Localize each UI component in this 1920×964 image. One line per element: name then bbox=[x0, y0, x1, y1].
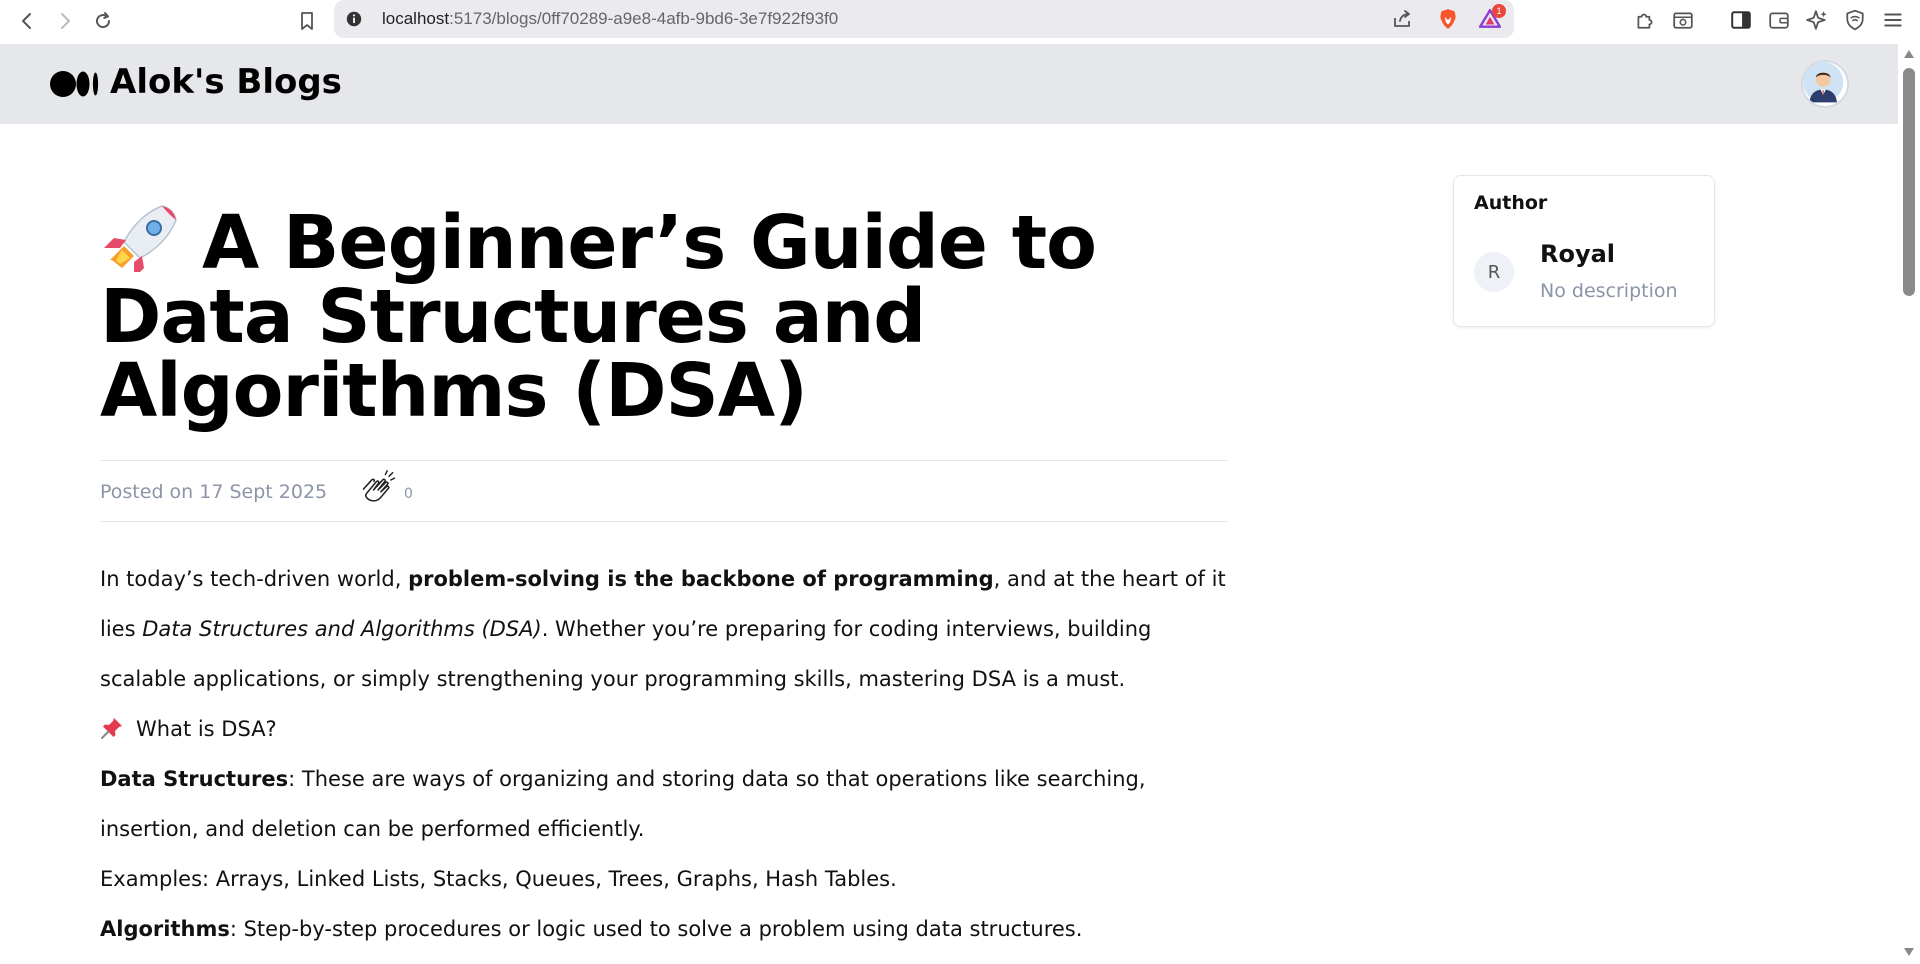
text-span: In today’s tech-driven world, bbox=[100, 567, 409, 591]
bookmark-icon[interactable] bbox=[292, 6, 322, 36]
rocket-icon bbox=[100, 202, 180, 278]
back-arrow-icon[interactable] bbox=[12, 6, 42, 36]
paragraph-intro: In today’s tech-driven world, problem-so… bbox=[100, 554, 1228, 704]
url-path: :5173/blogs/0ff70289-a9e8-4afb-9bd6-3e7f… bbox=[449, 9, 839, 28]
article-title: A Beginner’s Guide to Data Structures an… bbox=[100, 202, 1228, 428]
site-title[interactable]: Alok's Blogs bbox=[110, 62, 342, 102]
browser-toolbar: localhost:5173/blogs/0ff70289-a9e8-4afb-… bbox=[0, 0, 1920, 44]
italic-text: Data Structures and Algorithms (DSA) bbox=[142, 617, 542, 641]
page-capture-icon[interactable] bbox=[1670, 7, 1696, 33]
clap-icon[interactable] bbox=[356, 467, 402, 513]
share-icon[interactable] bbox=[1390, 7, 1414, 31]
text-span: : Step-by-step procedures or logic used … bbox=[229, 917, 1083, 941]
bold-text: Data Structures bbox=[100, 767, 289, 791]
sidebar-icon[interactable] bbox=[1728, 7, 1754, 33]
paragraph-data-structures: Data Structures: These are ways of organ… bbox=[100, 754, 1228, 854]
pushpin-icon bbox=[100, 708, 124, 739]
extensions-icon[interactable] bbox=[1632, 7, 1658, 33]
wallet-icon[interactable] bbox=[1766, 7, 1792, 33]
site-header: Alok's Blogs bbox=[0, 44, 1898, 124]
menu-icon[interactable] bbox=[1880, 7, 1906, 33]
author-avatar[interactable]: R bbox=[1474, 252, 1514, 292]
info-icon[interactable] bbox=[342, 7, 366, 31]
address-bar[interactable]: localhost:5173/blogs/0ff70289-a9e8-4afb-… bbox=[334, 0, 1514, 38]
scroll-down-arrow-icon[interactable] bbox=[1904, 948, 1914, 956]
paragraph-algorithms: Algorithms: Step-by-step procedures or l… bbox=[100, 904, 1228, 954]
forward-arrow-icon[interactable] bbox=[50, 6, 80, 36]
scroll-up-arrow-icon[interactable] bbox=[1904, 50, 1914, 58]
clap-count: 0 bbox=[404, 486, 413, 502]
paragraph-examples: Examples: Arrays, Linked Lists, Stacks, … bbox=[100, 867, 897, 891]
posted-date: Posted on 17 Sept 2025 bbox=[100, 481, 328, 503]
scroll-thumb[interactable] bbox=[1903, 68, 1915, 296]
reload-icon[interactable] bbox=[88, 6, 118, 36]
text-span: What is DSA? bbox=[136, 717, 277, 741]
notification-badge: 1 bbox=[1492, 4, 1506, 18]
vpn-icon[interactable] bbox=[1842, 7, 1868, 33]
author-card: Author R Royal No description bbox=[1453, 175, 1715, 327]
medium-logo-icon[interactable] bbox=[50, 70, 100, 98]
bold-text: problem-solving is the backbone of progr… bbox=[408, 567, 994, 591]
article-title-text: A Beginner’s Guide to Data Structures an… bbox=[100, 200, 1097, 434]
author-description: No description bbox=[1540, 280, 1678, 302]
author-heading: Author bbox=[1474, 192, 1548, 214]
url-host: localhost bbox=[382, 9, 450, 28]
article-meta-bar: Posted on 17 Sept 2025 0 bbox=[100, 460, 1228, 522]
brave-shield-icon[interactable] bbox=[1436, 7, 1460, 31]
page-scrollbar[interactable] bbox=[1898, 44, 1920, 964]
url-text[interactable]: localhost:5173/blogs/0ff70289-a9e8-4afb-… bbox=[382, 9, 838, 29]
paragraph-what-is-dsa: What is DSA? bbox=[100, 704, 1228, 754]
brave-rewards-icon[interactable]: 1 bbox=[1478, 4, 1506, 31]
bold-text: Algorithms bbox=[100, 917, 230, 941]
user-avatar[interactable] bbox=[1801, 60, 1849, 108]
leo-ai-icon[interactable] bbox=[1804, 7, 1830, 33]
author-name[interactable]: Royal bbox=[1540, 240, 1615, 268]
article-body: In today’s tech-driven world, problem-so… bbox=[100, 554, 1228, 954]
